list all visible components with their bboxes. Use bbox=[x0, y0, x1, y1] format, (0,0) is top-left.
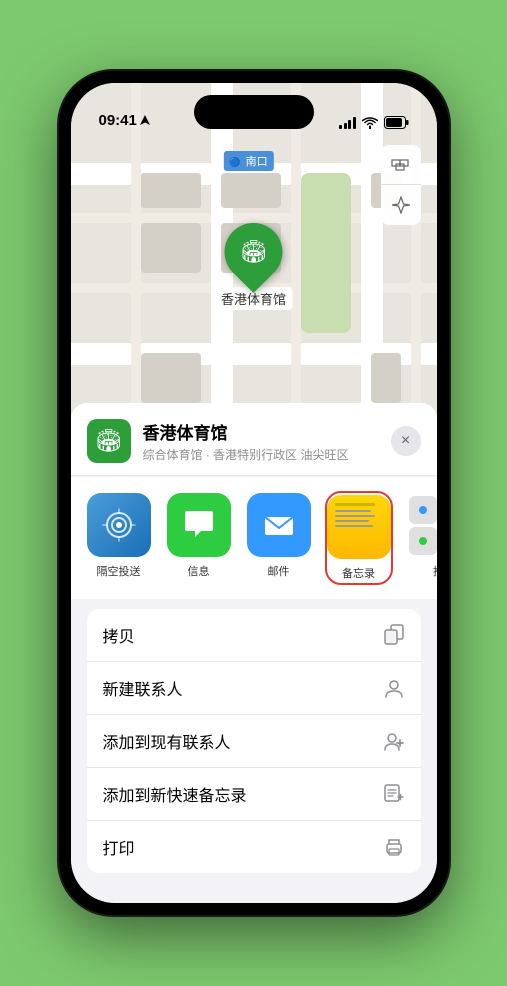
pin-inner: 🏟 bbox=[240, 239, 268, 265]
time-display: 09:41 bbox=[99, 112, 137, 129]
close-button[interactable]: × bbox=[391, 426, 421, 456]
map-north-label: 🔵 南口 bbox=[223, 151, 273, 171]
venue-desc: 综合体育馆 · 香港特别行政区 油尖旺区 bbox=[143, 446, 391, 463]
airdrop-label: 隔空投送 bbox=[97, 563, 141, 579]
copy-label: 拷贝 bbox=[103, 623, 135, 647]
mail-icon bbox=[247, 493, 311, 557]
venue-name: 香港体育馆 bbox=[143, 419, 391, 444]
add-contact-label: 添加到现有联系人 bbox=[103, 729, 231, 753]
messages-symbol bbox=[181, 507, 217, 543]
location-icon bbox=[392, 196, 410, 214]
status-icons bbox=[339, 116, 409, 129]
more-label: 推 bbox=[433, 563, 437, 579]
more-apps-icon bbox=[407, 493, 437, 557]
notes-label: 备忘录 bbox=[342, 565, 375, 581]
pin-circle: 🏟 bbox=[212, 211, 294, 293]
mail-label: 邮件 bbox=[268, 563, 290, 579]
action-print[interactable]: 打印 bbox=[87, 821, 421, 873]
messages-label: 信息 bbox=[188, 563, 210, 579]
action-quick-note[interactable]: 添加到新快速备忘录 bbox=[87, 768, 421, 821]
map-controls bbox=[381, 145, 421, 225]
sheet-header: 🏟 香港体育馆 综合体育馆 · 香港特别行政区 油尖旺区 × bbox=[71, 403, 437, 476]
share-messages[interactable]: 信息 bbox=[167, 493, 231, 583]
status-time: 09:41 bbox=[99, 112, 150, 129]
new-contact-icon bbox=[383, 677, 405, 699]
share-notes[interactable]: 备忘录 bbox=[327, 493, 391, 583]
location-button[interactable] bbox=[381, 185, 421, 225]
action-new-contact[interactable]: 新建联系人 bbox=[87, 662, 421, 715]
airdrop-symbol bbox=[101, 507, 137, 543]
map-type-button[interactable] bbox=[381, 145, 421, 185]
location-pin: 🏟 香港体育馆 bbox=[215, 223, 292, 310]
copy-icon bbox=[383, 624, 405, 646]
mail-symbol bbox=[261, 507, 297, 543]
wifi-icon bbox=[362, 117, 378, 129]
add-contact-icon bbox=[383, 730, 405, 752]
quick-note-label: 添加到新快速备忘录 bbox=[103, 782, 247, 806]
print-label: 打印 bbox=[103, 835, 135, 859]
quick-note-icon bbox=[383, 783, 405, 805]
map-type-icon bbox=[391, 155, 411, 175]
new-contact-label: 新建联系人 bbox=[103, 676, 183, 700]
signal-icon bbox=[339, 117, 356, 129]
messages-icon bbox=[167, 493, 231, 557]
phone-frame: 09:41 bbox=[59, 71, 449, 915]
bottom-sheet: 🏟 香港体育馆 综合体育馆 · 香港特别行政区 油尖旺区 × bbox=[71, 403, 437, 903]
action-list: 拷贝 新建联系人 添加到现有联系人 bbox=[87, 609, 421, 873]
battery-icon bbox=[384, 116, 409, 129]
venue-info: 香港体育馆 综合体育馆 · 香港特别行政区 油尖旺区 bbox=[143, 419, 391, 463]
action-add-contact[interactable]: 添加到现有联系人 bbox=[87, 715, 421, 768]
share-mail[interactable]: 邮件 bbox=[247, 493, 311, 583]
venue-icon: 🏟 bbox=[87, 419, 131, 463]
print-icon bbox=[383, 836, 405, 858]
phone-screen: 09:41 bbox=[71, 83, 437, 903]
dynamic-island bbox=[194, 95, 314, 129]
share-airdrop[interactable]: 隔空投送 bbox=[87, 493, 151, 583]
action-copy[interactable]: 拷贝 bbox=[87, 609, 421, 662]
share-row: 隔空投送 信息 bbox=[71, 477, 437, 599]
location-arrow-icon bbox=[140, 115, 150, 127]
notes-icon bbox=[327, 495, 391, 559]
share-more[interactable]: 推 bbox=[407, 493, 437, 583]
airdrop-icon bbox=[87, 493, 151, 557]
